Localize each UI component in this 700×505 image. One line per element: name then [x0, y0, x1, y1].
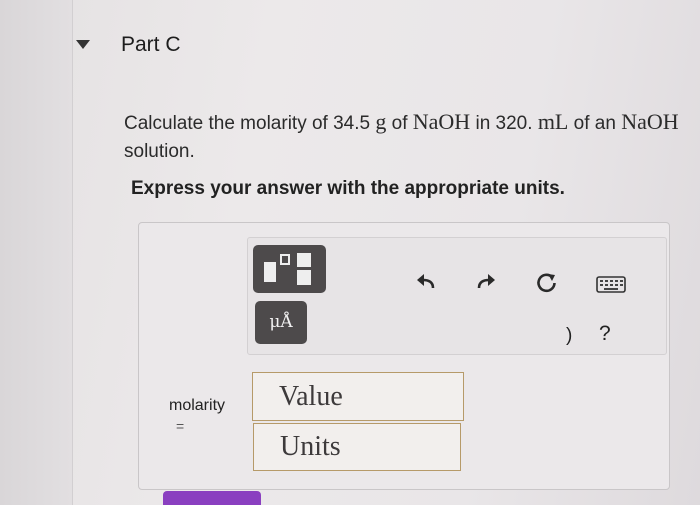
chemical-formula: NaOH — [412, 109, 471, 134]
help-button[interactable]: ? — [599, 322, 611, 346]
undo-icon — [417, 274, 435, 289]
reset-icon — [537, 273, 556, 293]
part-title: Part C — [121, 33, 181, 56]
question-text-part: of — [386, 113, 413, 134]
question-text-part: in 320. — [470, 113, 538, 134]
redo-icon — [477, 274, 495, 289]
reset-button[interactable] — [535, 271, 559, 295]
question-text-part: solution. — [124, 141, 195, 162]
units-button[interactable]: μÅ — [255, 301, 307, 344]
answer-instruction: Express your answer with the appropriate… — [131, 178, 565, 199]
question-text-part: Calculate the molarity of 34.5 — [124, 113, 376, 134]
chemical-formula: NaOH — [621, 109, 679, 134]
value-input[interactable] — [252, 372, 464, 421]
triangle-down-icon[interactable] — [76, 40, 90, 49]
mass-unit: g — [375, 109, 387, 134]
paren-text: ) — [566, 325, 573, 346]
left-sidebar-strip — [0, 0, 73, 505]
keyboard-button[interactable] — [596, 272, 626, 296]
units-input[interactable] — [253, 423, 461, 471]
submit-button[interactable] — [163, 491, 261, 505]
redo-button[interactable] — [474, 270, 498, 294]
equals-sign: = — [176, 418, 185, 434]
question-text-part: of an — [568, 113, 622, 134]
answer-label: molarity — [169, 397, 226, 414]
question-text: Calculate the molarity of 34.5 g of NaOH… — [124, 108, 684, 166]
undo-button[interactable] — [414, 270, 438, 294]
volume-unit: mL — [537, 109, 569, 134]
keyboard-icon — [596, 276, 626, 293]
templates-button[interactable] — [253, 245, 326, 293]
